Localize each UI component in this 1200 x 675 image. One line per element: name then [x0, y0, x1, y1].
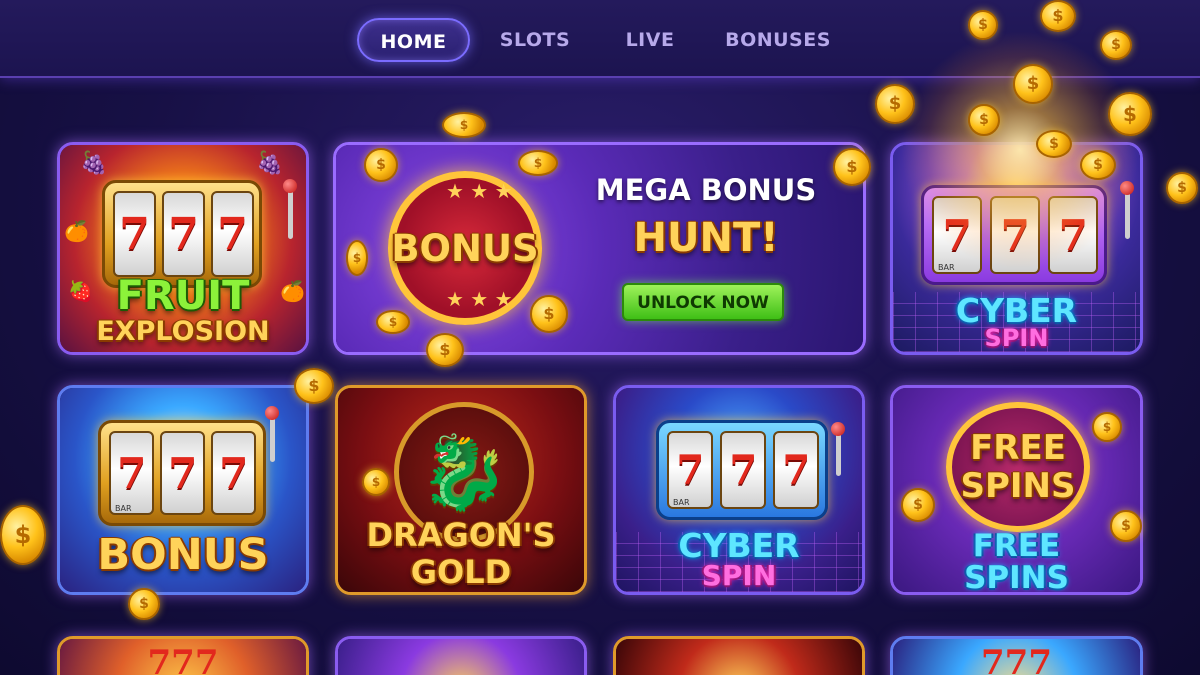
- dragon-icon: 🐉: [419, 429, 509, 514]
- game-card-partial[interactable]: 777: [890, 636, 1143, 675]
- reel: 7: [162, 191, 206, 277]
- game-card-fruit-explosion[interactable]: 7 7 7 🍇 🍇 🍊 🍓 🍊 FRUIT EXPLOSION: [57, 142, 309, 355]
- reel: 7: [211, 191, 255, 277]
- reel-sevens-icon: 777: [981, 643, 1052, 675]
- reel-bar-label: BAR: [673, 498, 690, 507]
- coin-icon: $: [376, 310, 410, 334]
- game-card-partial[interactable]: 777: [57, 636, 309, 675]
- game-card-partial[interactable]: [335, 636, 587, 675]
- coin-icon: $: [833, 148, 871, 186]
- game-title-line2: GOLD: [410, 553, 512, 591]
- lever-knob-icon: [283, 179, 297, 193]
- coin-icon: $: [346, 240, 368, 276]
- coin-icon: $: [1108, 92, 1152, 136]
- coin-icon: $: [362, 468, 390, 496]
- game-title-line2: SPIN: [701, 559, 777, 592]
- game-title-line2: SPIN: [984, 324, 1049, 352]
- bonus-badge-text: BONUS: [391, 226, 539, 270]
- reel-bar-label: BAR: [115, 504, 132, 513]
- lever-icon: [288, 187, 293, 239]
- coin-icon: $: [875, 84, 915, 124]
- slot-machine-icon: 7 7 7 BAR: [98, 420, 266, 526]
- free-spins-badge: FREE SPINS: [946, 402, 1090, 532]
- coin-icon: $: [426, 333, 464, 367]
- reel: 7: [113, 191, 157, 277]
- coin-icon: $: [530, 295, 568, 333]
- reel: 7: [109, 431, 155, 515]
- coin-icon: $: [0, 505, 46, 565]
- coin-icon: $: [968, 104, 1000, 136]
- star-icon: ★ ★ ★: [446, 287, 513, 311]
- coin-icon: $: [1036, 130, 1072, 158]
- card-background: [616, 639, 862, 675]
- coin-icon: $: [901, 488, 935, 522]
- lever-knob-icon: [831, 422, 845, 436]
- promo-headline-line2: HUNT!: [633, 215, 779, 261]
- coin-icon: $: [128, 588, 160, 620]
- coin-icon: $: [1110, 510, 1142, 542]
- coin-icon: $: [1100, 30, 1132, 60]
- coin-icon: $: [294, 368, 334, 404]
- slot-machine-icon: 7 7 7 BAR: [656, 420, 828, 520]
- badge-line1: FREE: [970, 428, 1066, 468]
- promo-banner[interactable]: BONUS ★ ★ ★ ★ ★ ★ MEGA BONUS HUNT! UNLOC…: [333, 142, 866, 355]
- tab-live[interactable]: LIVE: [610, 18, 690, 62]
- coin-icon: $: [1013, 64, 1053, 104]
- lever-icon: [836, 430, 841, 476]
- lever-knob-icon: [265, 406, 279, 420]
- game-title-line2: SPINS: [964, 560, 1069, 595]
- game-card-bonus[interactable]: 7 7 7 BAR BONUS: [57, 385, 309, 595]
- star-icon: ★ ★ ★: [446, 179, 513, 203]
- game-title-line1: DRAGON'S: [366, 516, 556, 554]
- reel: 7: [720, 431, 767, 509]
- coin-icon: $: [518, 150, 558, 176]
- reel: 7: [211, 431, 257, 515]
- game-title-line1: FRUIT: [116, 273, 250, 319]
- fruit-icon: 🍇: [80, 151, 108, 176]
- game-title-line2: EXPLOSION: [96, 316, 270, 347]
- promo-headline-line1: MEGA BONUS: [595, 173, 817, 207]
- unlock-now-button[interactable]: UNLOCK NOW: [622, 283, 784, 321]
- coin-icon: $: [968, 10, 998, 40]
- reel: 7: [160, 431, 206, 515]
- coin-icon: $: [364, 148, 398, 182]
- game-card-partial[interactable]: [613, 636, 865, 675]
- fruit-icon: 🍇: [256, 151, 284, 176]
- coin-icon: $: [1166, 172, 1198, 204]
- slot-machine-icon: 7 7 7: [102, 180, 262, 288]
- game-title-line1: BONUS: [97, 530, 269, 580]
- game-card-cyber-spin[interactable]: 7 7 7 BAR CYBER SPIN: [613, 385, 865, 595]
- coin-icon: $: [1080, 150, 1116, 180]
- coin-icon: $: [442, 112, 486, 138]
- game-title-line1: FREE: [972, 528, 1061, 564]
- coin-icon: $: [1092, 412, 1122, 442]
- reel-bar-label: BAR: [938, 263, 955, 272]
- coin-icon: $: [1040, 0, 1076, 32]
- reel: 7: [773, 431, 820, 509]
- tab-slots[interactable]: SLOTS: [490, 18, 580, 62]
- badge-line2: SPINS: [960, 466, 1076, 506]
- fruit-icon: 🍊: [64, 219, 89, 243]
- card-background: [338, 639, 584, 675]
- tab-home[interactable]: HOME: [357, 18, 470, 62]
- tab-bonuses[interactable]: BONUSES: [718, 18, 838, 62]
- reel-sevens-icon: 777: [147, 643, 219, 675]
- lever-icon: [270, 414, 275, 462]
